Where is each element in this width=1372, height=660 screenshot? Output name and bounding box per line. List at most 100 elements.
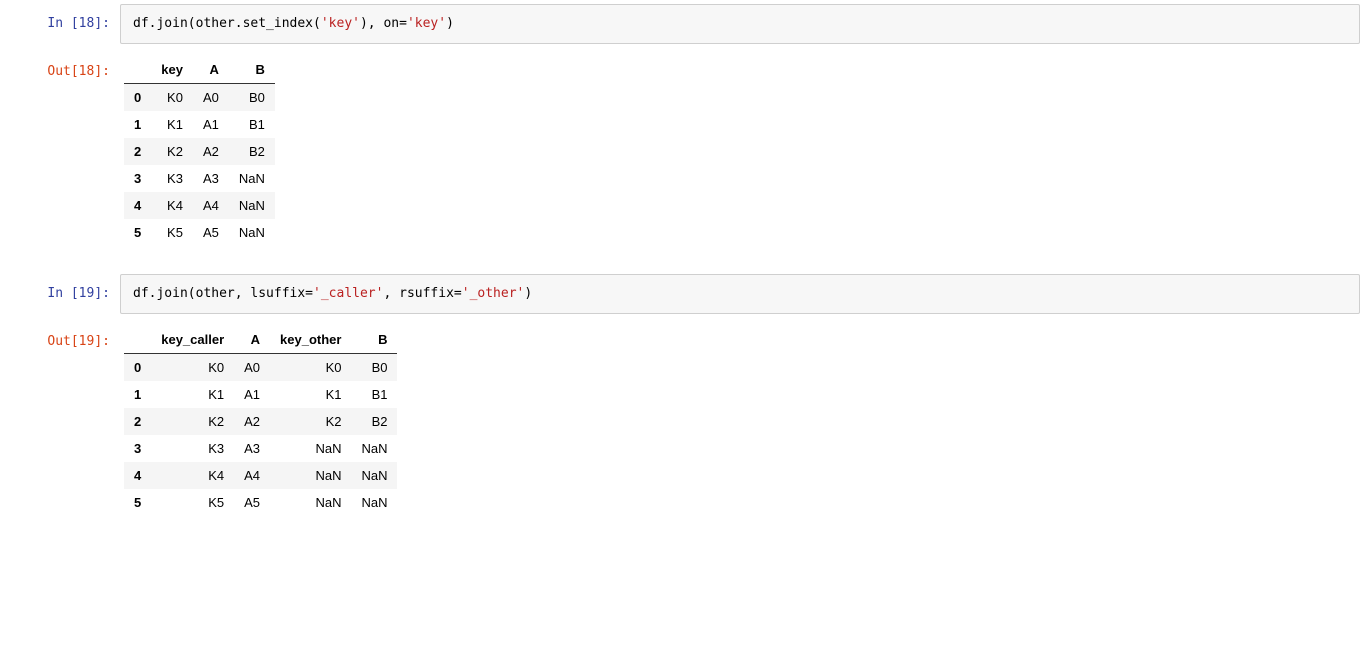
code-token: ) <box>446 16 454 31</box>
column-header: A <box>193 56 229 84</box>
dataframe-table: key_callerAkey_otherB0K0A0K0B01K1A1K1B12… <box>124 326 397 516</box>
table-cell: A0 <box>193 84 229 112</box>
table-cell: NaN <box>229 192 275 219</box>
row-index: 4 <box>124 462 151 489</box>
table-cell: A1 <box>193 111 229 138</box>
row-index: 5 <box>124 219 151 246</box>
table-cell: K0 <box>151 84 193 112</box>
column-header: key_other <box>270 326 351 354</box>
code-tokens: df.join(other.set_index('key'), on='key'… <box>133 16 454 31</box>
table-row: 4K4A4NaN <box>124 192 275 219</box>
table-cell: A2 <box>193 138 229 165</box>
table-cell: NaN <box>270 489 351 516</box>
table-cell: K4 <box>151 462 234 489</box>
row-index: 0 <box>124 354 151 382</box>
code-token: ), on= <box>360 16 407 31</box>
table-corner <box>124 56 151 84</box>
table-cell: NaN <box>270 435 351 462</box>
dataframe-table: keyAB0K0A0B01K1A1B12K2A2B23K3A3NaN4K4A4N… <box>124 56 275 246</box>
table-cell: K0 <box>151 354 234 382</box>
column-header: B <box>229 56 275 84</box>
table-row: 0K0A0K0B0 <box>124 354 397 382</box>
table-cell: K1 <box>270 381 351 408</box>
code-block: df.join(other.set_index('key'), on='key'… <box>133 15 1347 33</box>
in-prompt: In [19]: <box>0 274 120 302</box>
table-row: 3K3A3NaN <box>124 165 275 192</box>
output-area: key_callerAkey_otherB0K0A0K0B01K1A1K1B12… <box>120 322 1372 536</box>
table-row: 5K5A5NaN <box>124 219 275 246</box>
output-cell-1: Out[19]: key_callerAkey_otherB0K0A0K0B01… <box>0 318 1372 540</box>
row-index: 4 <box>124 192 151 219</box>
row-index: 2 <box>124 138 151 165</box>
table-cell: NaN <box>270 462 351 489</box>
input-cell-0: In [18]: df.join(other.set_index('key'),… <box>0 0 1372 48</box>
table-corner <box>124 326 151 354</box>
table-cell: K1 <box>151 381 234 408</box>
row-index: 3 <box>124 435 151 462</box>
row-index: 5 <box>124 489 151 516</box>
code-token: , rsuffix= <box>383 286 461 301</box>
table-cell: K1 <box>151 111 193 138</box>
table-cell: A2 <box>234 408 270 435</box>
in-prompt: In [18]: <box>0 4 120 32</box>
table-cell: K5 <box>151 219 193 246</box>
table-cell: A3 <box>234 435 270 462</box>
code-token: ) <box>524 286 532 301</box>
table-cell: K3 <box>151 435 234 462</box>
table-cell: B2 <box>351 408 397 435</box>
input-cell-1: In [19]: df.join(other, lsuffix='_caller… <box>0 270 1372 318</box>
table-cell: B2 <box>229 138 275 165</box>
code-token: 'key' <box>321 16 360 31</box>
row-index: 2 <box>124 408 151 435</box>
table-cell: K2 <box>270 408 351 435</box>
column-header: key <box>151 56 193 84</box>
table-cell: B0 <box>229 84 275 112</box>
table-cell: A1 <box>234 381 270 408</box>
table-row: 1K1A1K1B1 <box>124 381 397 408</box>
table-cell: B0 <box>351 354 397 382</box>
table-row: 0K0A0B0 <box>124 84 275 112</box>
table-cell: NaN <box>351 489 397 516</box>
out-prompt: Out[19]: <box>0 322 120 350</box>
table-cell: B1 <box>229 111 275 138</box>
table-cell: NaN <box>229 165 275 192</box>
code-token: '_caller' <box>313 286 383 301</box>
code-block: df.join(other, lsuffix='_caller', rsuffi… <box>133 285 1347 303</box>
row-index: 1 <box>124 381 151 408</box>
table-row: 2K2A2B2 <box>124 138 275 165</box>
table-cell: K3 <box>151 165 193 192</box>
row-index: 1 <box>124 111 151 138</box>
table-row: 3K3A3NaNNaN <box>124 435 397 462</box>
row-index: 0 <box>124 84 151 112</box>
table-cell: A5 <box>234 489 270 516</box>
table-cell: K0 <box>270 354 351 382</box>
table-cell: A0 <box>234 354 270 382</box>
column-header: B <box>351 326 397 354</box>
column-header: key_caller <box>151 326 234 354</box>
table-row: 5K5A5NaNNaN <box>124 489 397 516</box>
code-token: 'key' <box>407 16 446 31</box>
column-header: A <box>234 326 270 354</box>
table-cell: A3 <box>193 165 229 192</box>
code-token: df.join(other.set_index( <box>133 16 321 31</box>
table-cell: A4 <box>234 462 270 489</box>
table-cell: A5 <box>193 219 229 246</box>
code-area[interactable]: df.join(other, lsuffix='_caller', rsuffi… <box>120 274 1360 314</box>
table-cell: NaN <box>351 462 397 489</box>
table-row: 2K2A2K2B2 <box>124 408 397 435</box>
table-cell: K2 <box>151 408 234 435</box>
table-cell: K5 <box>151 489 234 516</box>
table-cell: B1 <box>351 381 397 408</box>
table-row: 4K4A4NaNNaN <box>124 462 397 489</box>
code-token: '_other' <box>462 286 525 301</box>
out-prompt: Out[18]: <box>0 52 120 80</box>
output-area: keyAB0K0A0B01K1A1B12K2A2B23K3A3NaN4K4A4N… <box>120 52 1372 266</box>
table-row: 1K1A1B1 <box>124 111 275 138</box>
table-cell: K2 <box>151 138 193 165</box>
code-tokens: df.join(other, lsuffix='_caller', rsuffi… <box>133 286 532 301</box>
code-token: df.join(other, lsuffix= <box>133 286 313 301</box>
row-index: 3 <box>124 165 151 192</box>
code-area[interactable]: df.join(other.set_index('key'), on='key'… <box>120 4 1360 44</box>
table-cell: NaN <box>351 435 397 462</box>
table-cell: NaN <box>229 219 275 246</box>
